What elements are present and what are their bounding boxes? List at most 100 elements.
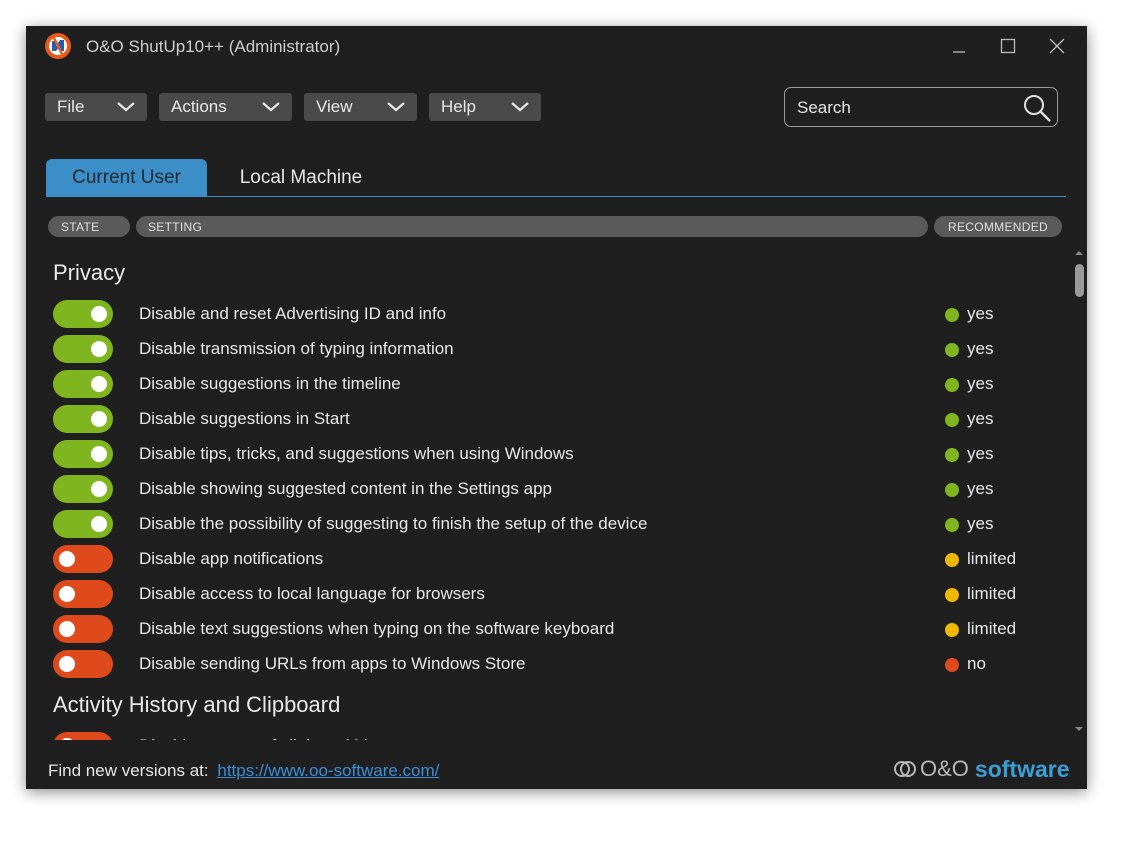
recommendation-text: yes: [967, 444, 994, 463]
recommendation-dot-icon: [945, 623, 959, 637]
window-title: O&O ShutUp10++ (Administrator): [86, 37, 341, 56]
state-toggle[interactable]: [53, 732, 113, 740]
minimize-button[interactable]: [944, 34, 974, 58]
column-header-recommended[interactable]: RECOMMENDED: [934, 216, 1062, 237]
setting-label: Disable showing suggested content in the…: [139, 479, 552, 498]
chevron-down-icon: [511, 102, 529, 112]
chevron-down-icon: [262, 102, 280, 112]
setting-row: Disable app notifications limited: [26, 542, 1066, 577]
recommendation-dot-icon: [945, 483, 959, 497]
recommendation-dot-icon: [945, 588, 959, 602]
setting-row: Disable suggestions in the timeline yes: [26, 367, 1066, 402]
footer-label: Find new versions at:: [48, 761, 209, 780]
menu-view[interactable]: View: [304, 93, 417, 121]
setting-row: Disable and reset Advertising ID and inf…: [26, 297, 1066, 332]
state-toggle[interactable]: [53, 440, 113, 468]
scroll-down-icon[interactable]: [1074, 724, 1084, 734]
state-toggle[interactable]: [53, 335, 113, 363]
footer-text: Find new versions at: https://www.oo-sof…: [48, 761, 439, 781]
setting-label: Disable tips, tricks, and suggestions wh…: [139, 444, 574, 463]
recommendation-text: yes: [967, 736, 993, 740]
setting-label: Disable suggestions in Start: [139, 409, 350, 428]
menu-actions-label: Actions: [171, 97, 227, 116]
setting-row: Disable text suggestions when typing on …: [26, 612, 1066, 647]
state-toggle[interactable]: [53, 580, 113, 608]
setting-row: Disable tips, tricks, and suggestions wh…: [26, 437, 1066, 472]
search-box: [784, 87, 1058, 127]
state-toggle[interactable]: [53, 405, 113, 433]
search-input[interactable]: [795, 96, 1019, 120]
recommendation-dot-icon: [945, 448, 959, 462]
toggle-knob: [91, 376, 107, 392]
title-bar: O&O ShutUp10++ (Administrator): [26, 26, 1087, 66]
chevron-down-icon: [387, 102, 405, 112]
toggle-knob: [91, 341, 107, 357]
tab-current-user[interactable]: Current User: [46, 159, 207, 197]
state-toggle[interactable]: [53, 615, 113, 643]
setting-label: Disable storage of clipboard history: [139, 736, 405, 740]
maximize-button[interactable]: [993, 34, 1023, 58]
recommendation-text: limited: [967, 549, 1017, 568]
state-toggle[interactable]: [53, 300, 113, 328]
settings-list: Privacy Disable and reset Advertising ID …: [26, 250, 1071, 740]
recommendation-text: limited: [967, 584, 1017, 603]
recommendation-dot-icon: [945, 378, 959, 392]
column-header-setting[interactable]: SETTING: [136, 216, 928, 237]
menu-help[interactable]: Help: [429, 93, 541, 121]
recommendation-text: yes: [967, 409, 994, 428]
setting-row: Disable showing suggested content in the…: [26, 472, 1066, 507]
setting-row: Disable transmission of typing informati…: [26, 332, 1066, 367]
setting-label: Disable and reset Advertising ID and inf…: [139, 304, 447, 323]
menu-view-label: View: [316, 97, 353, 116]
recommendation-text: limited: [967, 619, 1017, 638]
recommendation-text: yes: [967, 514, 994, 533]
toggle-knob: [59, 551, 75, 567]
toggle-knob: [91, 446, 107, 462]
brand-software-text: software: [974, 755, 1070, 782]
toggle-knob: [59, 656, 75, 672]
setting-label: Disable app notifications: [139, 549, 324, 568]
toggle-knob: [59, 586, 75, 602]
state-toggle[interactable]: [53, 545, 113, 573]
recommendation-dot-icon: [945, 308, 959, 322]
menu-actions[interactable]: Actions: [159, 93, 292, 121]
footer: Find new versions at: https://www.oo-sof…: [26, 746, 1087, 789]
scroll-up-icon[interactable]: [1074, 248, 1084, 258]
setting-label: Disable text suggestions when typing on …: [139, 619, 615, 638]
state-toggle[interactable]: [53, 510, 113, 538]
toggle-knob: [59, 738, 75, 740]
section-title: Privacy: [53, 260, 126, 285]
state-toggle[interactable]: [53, 650, 113, 678]
setting-label: Disable access to local language for bro…: [139, 584, 485, 603]
setting-row: Disable storage of clipboard history yes: [26, 729, 1066, 740]
recommendation-text: yes: [967, 479, 994, 498]
state-toggle[interactable]: [53, 475, 113, 503]
app-window: O&O ShutUp10++ (Administrator) File Acti…: [26, 26, 1087, 789]
scrollbar-thumb[interactable]: [1075, 264, 1084, 297]
toggle-knob: [59, 621, 75, 637]
toggle-knob: [91, 411, 107, 427]
column-header-state[interactable]: STATE: [48, 216, 130, 237]
tab-divider: [46, 196, 1066, 197]
state-toggle[interactable]: [53, 370, 113, 398]
recommendation-text: no: [967, 654, 986, 673]
recommendation-dot-icon: [945, 553, 959, 567]
recommendation-dot-icon: [945, 413, 959, 427]
recommendation-dot-icon: [945, 518, 959, 532]
menu-file-label: File: [57, 97, 85, 116]
chevron-down-icon: [117, 102, 135, 112]
menu-help-label: Help: [441, 97, 476, 116]
recommendation-dot-icon: [945, 658, 959, 672]
setting-row: Disable suggestions in Start yes: [26, 402, 1066, 437]
tab-local-machine[interactable]: Local Machine: [221, 159, 381, 197]
close-button[interactable]: [1042, 34, 1072, 58]
close-icon: [1049, 38, 1065, 54]
search-icon[interactable]: [1021, 92, 1053, 124]
menu-file[interactable]: File: [45, 93, 147, 121]
maximize-icon: [1000, 38, 1016, 54]
setting-row: Disable access to local language for bro…: [26, 577, 1066, 612]
oo-logo-icon: [894, 761, 916, 777]
toggle-knob: [91, 306, 107, 322]
footer-link[interactable]: https://www.oo-software.com/: [217, 761, 439, 780]
toggle-knob: [91, 516, 107, 532]
